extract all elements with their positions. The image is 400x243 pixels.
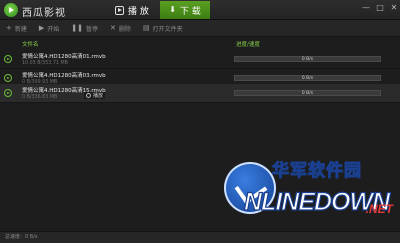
app-title: 西瓜影视: [22, 8, 66, 19]
play-icon: [86, 93, 91, 98]
new-button-label: 新建: [14, 25, 27, 33]
delete-button-label: 删除: [118, 25, 131, 33]
progress-speed: 0 B/s: [301, 57, 314, 62]
download-tab-label: 下 载: [179, 6, 201, 17]
play-tab-label: 播 放: [128, 6, 149, 17]
progress-bar: 0 B/s: [234, 90, 381, 96]
table-row[interactable]: 爱情公寓4.HD1280高清15.rmvb 0 B/336.83 MB 0 B/…: [0, 84, 400, 103]
new-button[interactable]: + 新建: [6, 24, 27, 33]
minimize-button[interactable]: —: [362, 3, 370, 12]
start-button-label: 开始: [47, 25, 60, 33]
file-size: 0 B/336.83 MB: [22, 95, 58, 100]
total-speed: 总速度：0 B/s: [5, 234, 38, 240]
pause-button-label: 暂停: [86, 25, 99, 33]
plus-icon: +: [6, 24, 12, 32]
pause-button[interactable]: ❚❚ 暂停: [71, 24, 98, 33]
download-tab[interactable]: ⬇ 下 载: [160, 1, 210, 19]
progress-bar: 0 B/s: [234, 75, 381, 81]
status-bar: 总速度：0 B/s: [0, 231, 400, 243]
open-folder-button[interactable]: ▤ 打开文件夹: [143, 24, 183, 33]
pause-icon: ❚❚: [71, 24, 84, 32]
watermark-logo: 华军软件园 NLINEDOWN .NET: [222, 150, 395, 228]
watermark-net: .NET: [365, 202, 393, 216]
play-icon: ▶: [38, 24, 45, 32]
play-icon[interactable]: [4, 89, 12, 97]
toolbar: + 新建 ▶ 开始 ❚❚ 暂停 ✕ 删除 ▤ 打开文件夹: [0, 20, 400, 37]
close-icon: ✕: [110, 24, 116, 32]
start-button[interactable]: ▶ 开始: [39, 24, 59, 33]
folder-icon: ▤: [142, 24, 150, 32]
download-icon: ⬇: [169, 5, 176, 14]
column-name[interactable]: 文件名: [22, 40, 39, 48]
tooltip-label: 播放: [93, 93, 104, 99]
progress-speed: 0 B/s: [301, 91, 314, 96]
play-icon: [115, 5, 124, 15]
progress-speed: 0 B/s: [301, 76, 314, 81]
open-folder-button-label: 打开文件夹: [152, 25, 183, 33]
column-progress[interactable]: 进度/速度: [236, 40, 260, 48]
window-controls: — □ ✕: [362, 3, 398, 12]
file-name: 爱情公寓4.HD1280高清01.rmvb: [22, 54, 106, 60]
play-icon[interactable]: [4, 55, 12, 63]
column-header: 文件名 进度/速度: [0, 38, 400, 48]
file-name: 爱情公寓4.HD1280高清03.rmvb: [22, 73, 106, 79]
progress-bar: 0 B/s: [234, 56, 381, 62]
play-tooltip: 播放: [84, 92, 106, 99]
table-row[interactable]: 爱情公寓4.HD1280高清01.rmvb 10.03 B/353.71 MB …: [0, 50, 400, 69]
play-icon[interactable]: [4, 74, 12, 82]
file-size: 10.03 B/353.71 MB: [22, 61, 68, 66]
close-button[interactable]: ✕: [390, 3, 398, 12]
app-logo-icon: [4, 3, 18, 17]
delete-button[interactable]: ✕ 删除: [110, 24, 131, 33]
play-tab[interactable]: 播 放: [115, 2, 161, 18]
watermark-cn: 华军软件园: [272, 161, 362, 182]
title-bar: 西瓜影视 播 放 ⬇ 下 载 — □ ✕: [0, 0, 400, 20]
maximize-button[interactable]: □: [376, 3, 384, 12]
